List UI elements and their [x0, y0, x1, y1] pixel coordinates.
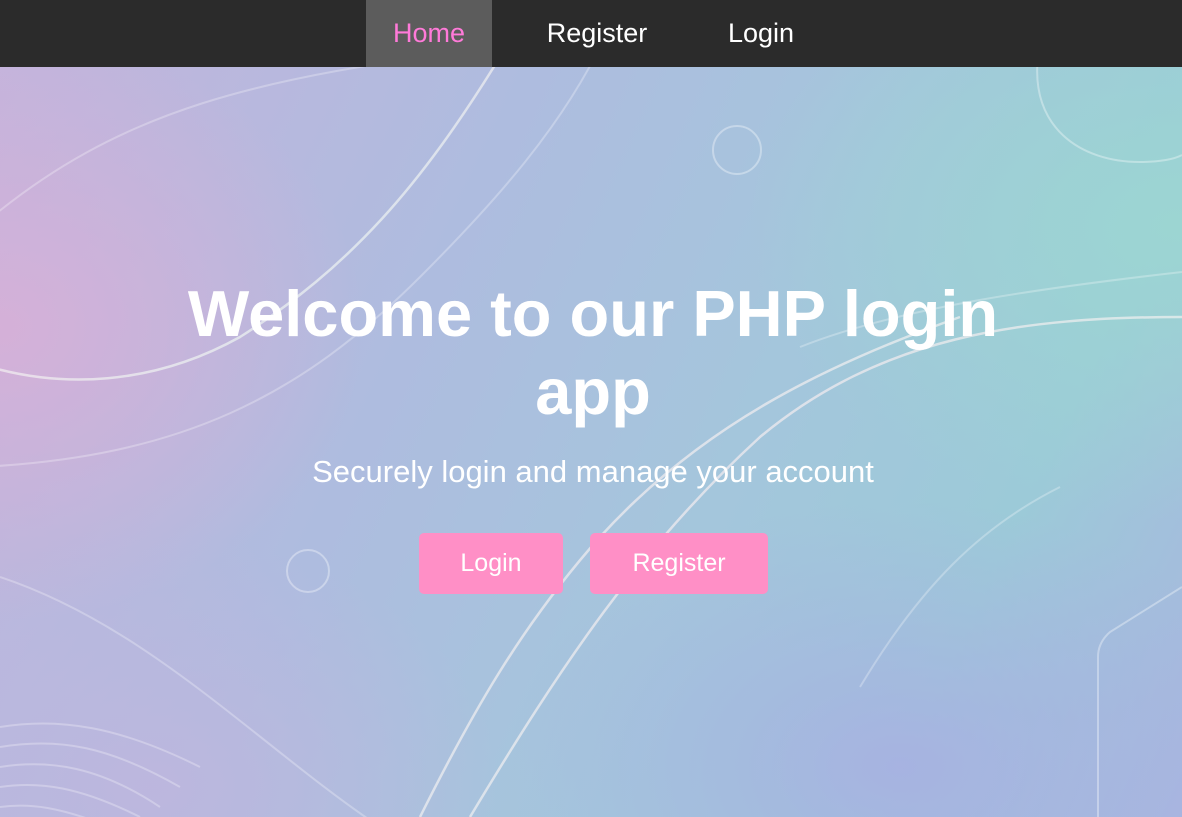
nav-item-register[interactable]: Register: [510, 0, 684, 67]
hero-subtitle: Securely login and manage your account: [312, 454, 874, 489]
login-button[interactable]: Login: [419, 533, 563, 594]
hero-section: Welcome to our PHP login app Securely lo…: [0, 67, 1182, 817]
hero-title: Welcome to our PHP login app: [187, 277, 999, 428]
nav-item-register-label: Register: [546, 18, 648, 48]
decorative-background-waves: [0, 67, 1182, 817]
nav-item-home[interactable]: Home: [366, 0, 492, 67]
top-navbar: Home Register Login: [0, 0, 1182, 67]
register-button[interactable]: Register: [590, 533, 768, 594]
nav-item-login[interactable]: Login: [700, 0, 822, 67]
nav-item-home-label: Home: [392, 18, 466, 48]
nav-item-login-label: Login: [727, 18, 795, 48]
